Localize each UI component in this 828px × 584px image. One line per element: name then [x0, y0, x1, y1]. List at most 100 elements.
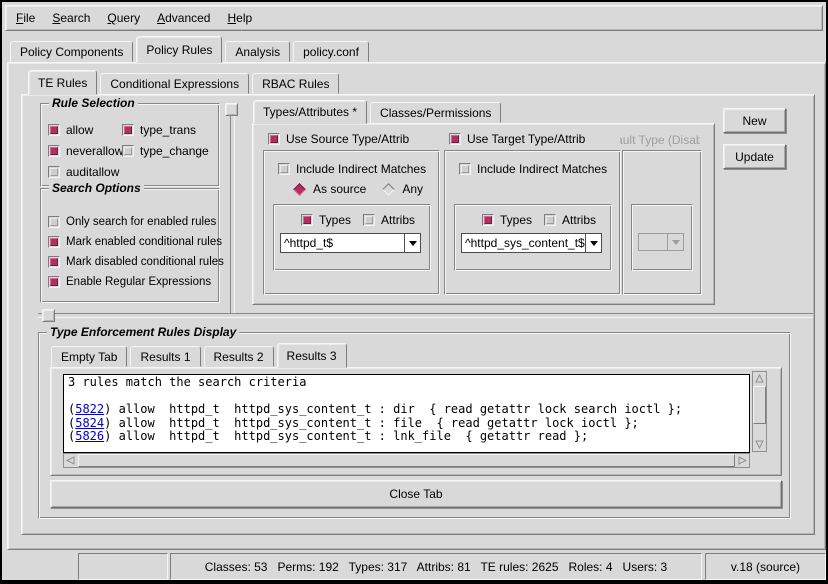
- target-type-combobox[interactable]: ^httpd_sys_content_t$: [461, 233, 602, 253]
- checkbox-type-change[interactable]: type_change: [122, 144, 209, 157]
- checkbox-label: type_change: [140, 144, 209, 158]
- tab-policy-conf[interactable]: policy.conf: [293, 41, 369, 62]
- results-horizontal-scrollbar[interactable]: [63, 453, 750, 468]
- tab-empty-tab[interactable]: Empty Tab: [51, 346, 127, 367]
- rule-id-link[interactable]: 5826: [75, 429, 104, 443]
- checkbox-mark-enabled-conditional-rules[interactable]: Mark enabled conditional rules: [48, 235, 224, 248]
- scroll-right-button[interactable]: [736, 454, 749, 467]
- checkbox-icon: [459, 163, 471, 175]
- checkbox-only-search-for-enabled-rules[interactable]: Only search for enabled rules: [48, 215, 224, 228]
- scroll-down-button[interactable]: [753, 438, 766, 451]
- default-type-label: Default Type (Disabled): [620, 133, 700, 147]
- results-text[interactable]: 3 rules match the search criteria (5822)…: [63, 374, 750, 453]
- source-include-indirect-checkbox[interactable]: Include Indirect Matches: [278, 162, 426, 175]
- menu-search[interactable]: Search: [52, 11, 90, 25]
- checkbox-icon: [544, 214, 556, 226]
- menu-advanced[interactable]: Advanced: [157, 11, 210, 25]
- target-attribs-checkbox[interactable]: Attribs: [544, 213, 596, 226]
- menu-help[interactable]: Help: [227, 11, 252, 25]
- checkbox-label: Use Target Type/Attrib: [467, 132, 585, 146]
- source-attribs-checkbox[interactable]: Attribs: [363, 213, 415, 226]
- status-empty-panel: [78, 553, 168, 580]
- checkbox-icon: [482, 214, 494, 226]
- tab-classes-permissions[interactable]: Classes/Permissions: [370, 102, 501, 123]
- checkbox-label: neverallow: [66, 144, 123, 158]
- radio-label: Any: [402, 182, 423, 196]
- results-vertical-scrollbar[interactable]: [752, 371, 767, 452]
- checkbox-icon: [48, 216, 60, 228]
- close-tab-button[interactable]: Close Tab: [50, 480, 782, 508]
- tab-conditional-expressions[interactable]: Conditional Expressions: [100, 73, 249, 94]
- use-source-type-checkbox[interactable]: Use Source Type/Attrib: [268, 132, 409, 145]
- chevron-down-icon: [672, 240, 680, 249]
- target-type-value: ^httpd_sys_content_t$: [462, 234, 585, 252]
- checkbox-label: Mark disabled conditional rules: [66, 256, 224, 268]
- radio-icon: [382, 183, 395, 196]
- arrow-right-icon: [738, 456, 747, 465]
- vertical-sash-handle[interactable]: [225, 103, 238, 116]
- tab-results-3[interactable]: Results 3: [277, 343, 347, 368]
- search-options-checkboxes: Only search for enabled rules Mark enable…: [48, 215, 224, 288]
- target-combo-dropdown-button[interactable]: [585, 234, 601, 252]
- tab-results-2[interactable]: Results 2: [204, 346, 274, 367]
- tab-te-rules[interactable]: TE Rules: [28, 70, 97, 95]
- source-type-combobox[interactable]: ^httpd_t$: [280, 233, 421, 253]
- tab-analysis[interactable]: Analysis: [225, 41, 290, 62]
- target-include-indirect-checkbox[interactable]: Include Indirect Matches: [459, 162, 607, 175]
- rule-id-link[interactable]: 5824: [75, 416, 104, 430]
- scroll-up-button[interactable]: [753, 372, 766, 385]
- checkbox-type-trans[interactable]: type_trans: [122, 123, 209, 136]
- vertical-scroll-thumb[interactable]: [753, 386, 766, 424]
- checkbox-icon: [122, 145, 134, 157]
- arrow-down-icon: [755, 440, 764, 449]
- checkbox-neverallow[interactable]: neverallow: [48, 144, 122, 157]
- horizontal-sash-handle[interactable]: [42, 309, 55, 322]
- tab-policy-rules[interactable]: Policy Rules: [136, 36, 222, 63]
- radio-any[interactable]: Any: [382, 182, 423, 196]
- checkbox-enable-regular-expressions[interactable]: Enable Regular Expressions: [48, 275, 224, 288]
- radio-as-source[interactable]: As source: [293, 182, 366, 196]
- results-tabs: Empty TabResults 1Results 2Results 3: [51, 345, 350, 368]
- apol-window: File Search Query Advanced Help Policy Compo…: [0, 0, 828, 584]
- checkbox-auditallow[interactable]: auditallow: [48, 165, 122, 178]
- tab-results-1[interactable]: Results 1: [130, 346, 200, 367]
- radio-label: As source: [313, 182, 366, 196]
- vertical-sash[interactable]: [230, 103, 235, 313]
- checkbox-label: auditallow: [66, 165, 119, 179]
- menu-file[interactable]: File: [16, 11, 35, 25]
- checkbox-icon: [278, 163, 290, 175]
- new-button[interactable]: New: [723, 108, 786, 133]
- checkbox-allow[interactable]: allow: [48, 123, 122, 136]
- menu-query[interactable]: Query: [107, 11, 140, 25]
- horizontal-scroll-thumb[interactable]: [78, 454, 735, 467]
- checkbox-icon: [48, 236, 60, 248]
- source-combo-dropdown-button[interactable]: [404, 234, 420, 252]
- target-types-attribs-row: Types Attribs: [482, 213, 596, 226]
- default-type-combobox: [638, 233, 684, 251]
- checkbox-mark-disabled-conditional-rules[interactable]: Mark disabled conditional rules: [48, 255, 224, 268]
- types-attributes-tabs: Types/Attributes *Classes/Permissions: [253, 102, 504, 124]
- menubar: File Search Query Advanced Help: [5, 5, 823, 31]
- sub-tabs: TE RulesConditional ExpressionsRBAC Rule…: [28, 72, 342, 95]
- horizontal-sash[interactable]: [38, 313, 813, 318]
- tab-types-attributes[interactable]: Types/Attributes *: [253, 100, 367, 124]
- tab-policy-components[interactable]: Policy Components: [10, 41, 133, 62]
- scroll-left-button[interactable]: [64, 454, 77, 467]
- use-target-type-checkbox[interactable]: Use Target Type/Attrib: [449, 132, 585, 145]
- target-types-checkbox[interactable]: Types: [482, 213, 532, 226]
- checkbox-icon: [449, 133, 461, 145]
- checkbox-label: allow: [66, 123, 93, 137]
- source-type-value: ^httpd_t$: [281, 234, 404, 252]
- source-types-checkbox[interactable]: Types: [301, 213, 351, 226]
- rule-selection-title: Rule Selection: [49, 96, 138, 110]
- main-tabs: Policy ComponentsPolicy RulesAnalysispol…: [10, 38, 372, 63]
- tab-rbac-rules[interactable]: RBAC Rules: [252, 73, 339, 94]
- rule-id-link[interactable]: 5822: [75, 402, 104, 416]
- checkbox-label: Attribs: [381, 213, 415, 227]
- checkbox-icon: [48, 256, 60, 268]
- checkbox-label: type_trans: [140, 123, 196, 137]
- update-button[interactable]: Update: [723, 144, 786, 169]
- menubar-items: File Search Query Advanced Help: [16, 11, 252, 25]
- chevron-down-icon: [409, 241, 417, 250]
- status-version-panel: v.18 (source): [705, 553, 826, 580]
